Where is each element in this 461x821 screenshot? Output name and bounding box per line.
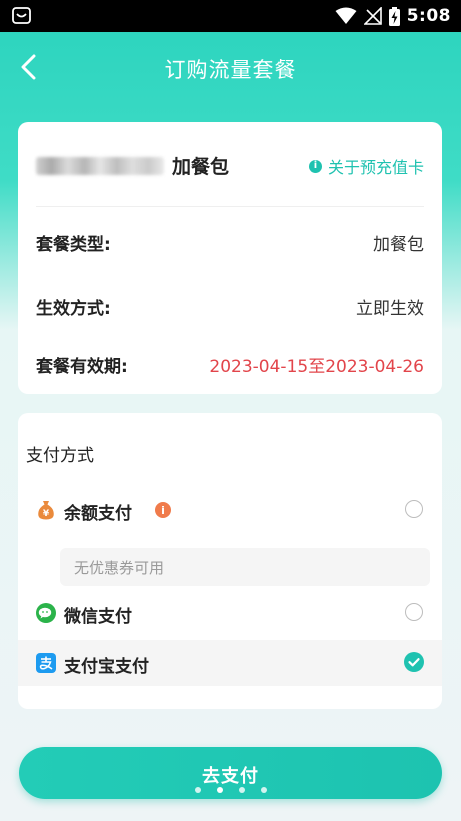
package-name-redacted — [36, 157, 164, 175]
money-bag-icon: ¥ — [38, 501, 54, 520]
package-name: 加餐包 — [172, 156, 230, 178]
status-time: 5:08 — [406, 6, 451, 26]
prepaid-card-link-label: 关于预充值卡 — [327, 158, 424, 177]
balance-info-icon[interactable]: i — [155, 502, 171, 518]
wechat-icon — [36, 603, 56, 623]
header: 订购流量套餐 — [0, 32, 461, 104]
prepaid-card-link[interactable]: i 关于预充值卡 — [308, 154, 424, 178]
package-type-row: 套餐类型: 加餐包 — [36, 226, 424, 256]
page-title: 订购流量套餐 — [164, 58, 297, 82]
payment-card: 支付方式 ¥ 余额支付 i 无优惠券可用 微信支付 支付宝支付 — [18, 413, 442, 709]
coupon-status: 无优惠券可用 — [74, 559, 165, 577]
effective-mode-value: 立即生效 — [356, 299, 424, 319]
pay-button-label: 去支付 — [202, 766, 259, 787]
payment-option-label: 微信支付 — [64, 607, 132, 627]
status-icons: 5:08 — [335, 5, 451, 27]
page-indicator — [0, 787, 461, 793]
payment-option-label: 余额支付 — [64, 504, 132, 524]
no-signal-icon — [363, 7, 382, 25]
svg-text:¥: ¥ — [43, 509, 50, 519]
effective-mode-row: 生效方式: 立即生效 — [36, 290, 424, 320]
package-header: 加餐包 i 关于预充值卡 — [36, 148, 424, 182]
status-bar: 5:08 — [0, 0, 461, 32]
alipay-icon — [36, 653, 56, 673]
payment-section-title: 支付方式 — [26, 446, 94, 466]
page-dot — [238, 787, 245, 793]
validity-period-value: 2023-04-15至2023-04-26 — [209, 357, 424, 377]
page-dot — [194, 787, 201, 793]
radio-unchecked[interactable] — [405, 500, 423, 518]
payment-option-label: 支付宝支付 — [64, 657, 149, 677]
package-card: 加餐包 i 关于预充值卡 套餐类型: 加餐包 生效方式: 立即生效 套餐有效期:… — [18, 122, 442, 394]
divider — [36, 206, 424, 207]
radio-unchecked[interactable] — [405, 603, 423, 621]
info-icon: i — [308, 159, 322, 173]
package-type-value: 加餐包 — [373, 235, 424, 255]
app-notification-icon — [12, 7, 31, 24]
page-dot-active — [216, 787, 223, 793]
validity-period-label: 套餐有效期: — [36, 357, 128, 377]
package-type-label: 套餐类型: — [36, 235, 111, 255]
radio-checked[interactable] — [404, 652, 424, 672]
page-dot — [260, 787, 267, 793]
wifi-icon — [335, 7, 357, 24]
checkmark-icon — [408, 658, 420, 667]
payment-option-balance[interactable]: ¥ 余额支付 i — [18, 487, 442, 533]
payment-option-alipay[interactable]: 支付宝支付 — [18, 640, 442, 686]
battery-charging-icon — [388, 6, 400, 26]
validity-period-row: 套餐有效期: 2023-04-15至2023-04-26 — [36, 348, 424, 378]
payment-option-wechat[interactable]: 微信支付 — [18, 590, 442, 636]
coupon-selector[interactable]: 无优惠券可用 — [60, 548, 430, 586]
effective-mode-label: 生效方式: — [36, 299, 111, 319]
